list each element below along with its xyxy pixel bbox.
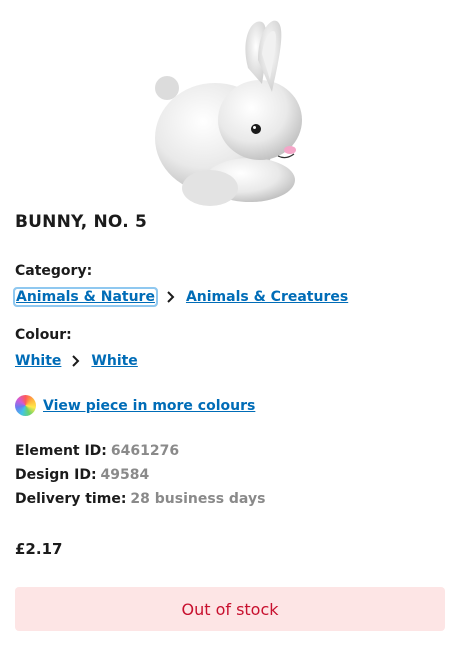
out-of-stock-button[interactable]: Out of stock [15,587,445,631]
colour-wheel-icon [15,395,36,416]
view-more-colours-link[interactable]: View piece in more colours [43,398,255,414]
price: £2.17 [15,540,63,558]
element-id-label: Element ID: [15,443,107,459]
bunny-icon [155,20,302,206]
chevron-right-icon [156,289,186,305]
category-link-animals-nature[interactable]: Animals & Nature [13,287,158,307]
element-id-value: 6461276 [110,443,180,459]
category-link-animals-creatures[interactable]: Animals & Creatures [186,289,348,305]
product-image [140,8,320,218]
category-breadcrumb: Animals & Nature Animals & Creatures [13,287,348,307]
design-id-row: Design ID: 49584 [15,467,149,483]
delivery-time-value: 28 business days [130,491,266,507]
colour-link-white-2[interactable]: White [91,353,137,369]
colour-link-white-1[interactable]: White [15,353,61,369]
element-id-row: Element ID: 6461276 [15,443,179,459]
colour-label: Colour: [15,327,72,343]
more-colours-row: View piece in more colours [15,395,255,416]
delivery-time-row: Delivery time: 28 business days [15,491,265,507]
colour-breadcrumb: White White [15,353,138,369]
chevron-right-icon [61,353,91,369]
design-id-label: Design ID: [15,467,97,483]
design-id-value: 49584 [100,467,150,483]
category-label: Category: [15,263,93,279]
product-title: BUNNY, NO. 5 [15,212,148,232]
delivery-time-label: Delivery time: [15,491,127,507]
